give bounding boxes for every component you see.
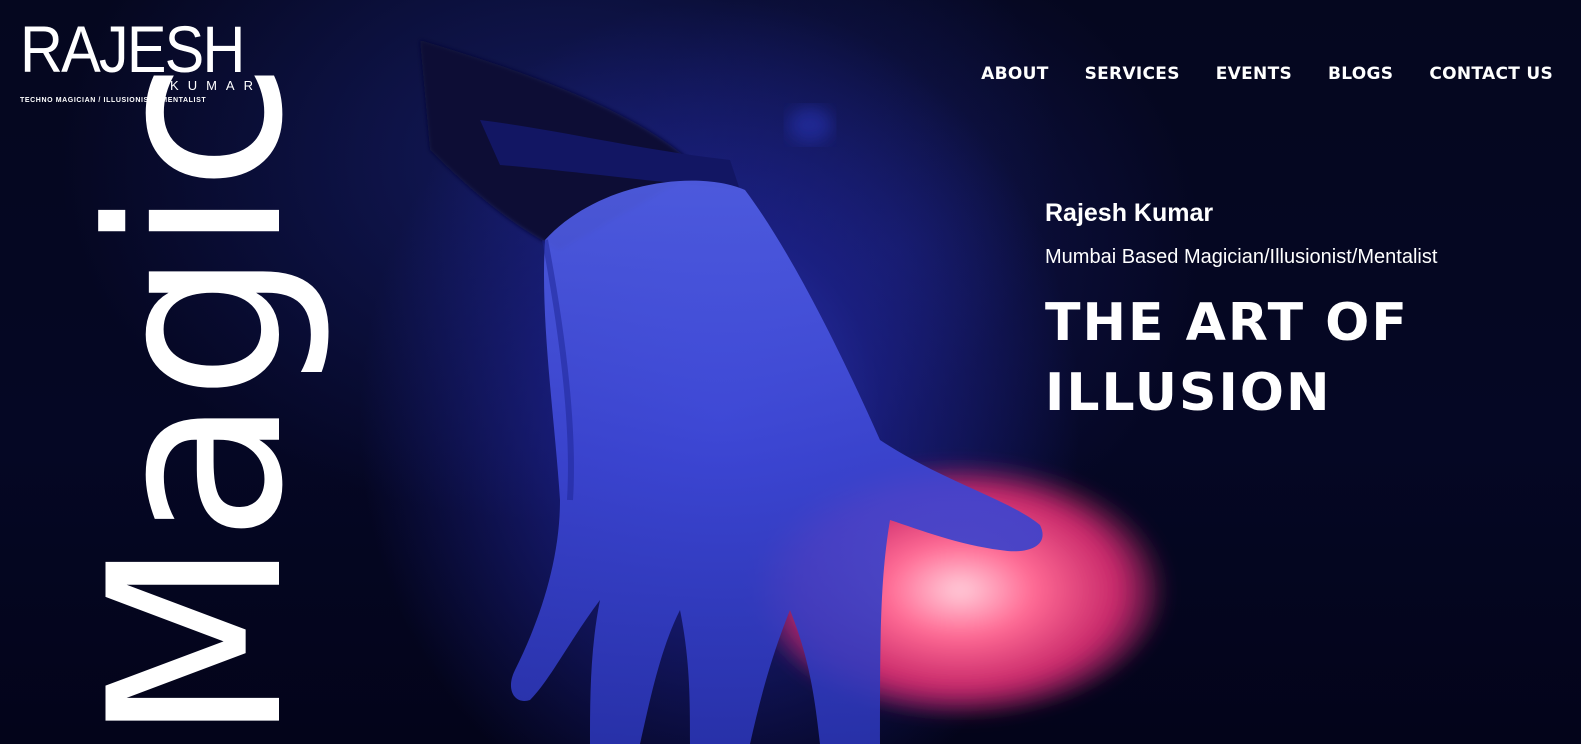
hero-heading: THE ART OF ILLUSION: [1045, 288, 1565, 428]
nav-item-contact-us[interactable]: CONTACT US: [1429, 64, 1553, 84]
nav-item-events[interactable]: EVENTS: [1216, 64, 1292, 84]
hero-intro: Rajesh Kumar Mumbai Based Magician/Illus…: [1045, 196, 1565, 428]
hero-section: RAJESH KUMAR TECHNO MAGICIAN / ILLUSIONI…: [0, 0, 1581, 744]
nav-item-about[interactable]: ABOUT: [981, 64, 1048, 84]
nav-item-blogs[interactable]: BLOGS: [1328, 64, 1393, 84]
vertical-magic-word: Magic: [59, 64, 336, 744]
nav-item-services[interactable]: SERVICES: [1085, 64, 1180, 84]
main-navigation: ABOUT SERVICES EVENTS BLOGS CONTACT US: [945, 64, 1553, 84]
hero-heading-line-1: THE ART OF: [1045, 293, 1409, 353]
hero-heading-line-2: ILLUSION: [1045, 363, 1332, 423]
performer-role: Mumbai Based Magician/Illusionist/Mental…: [1045, 246, 1438, 268]
performer-name: Rajesh Kumar: [1045, 199, 1214, 227]
